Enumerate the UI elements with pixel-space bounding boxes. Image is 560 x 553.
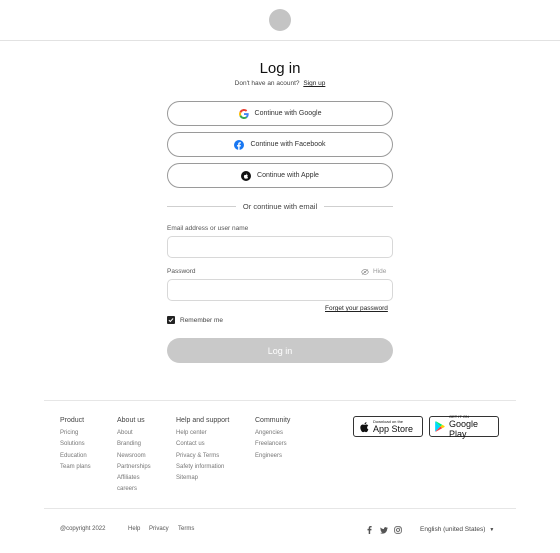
signup-prompt: Don't have an acount? Sign up (0, 80, 560, 87)
footer-link[interactable]: Team plans (60, 462, 91, 473)
footer-terms-link[interactable]: Terms (178, 526, 194, 532)
no-account-text: Don't have an acount? (234, 80, 300, 87)
hide-password-toggle[interactable]: Hide (361, 268, 386, 275)
footer-link[interactable]: careers (117, 484, 151, 495)
footer-column-about: About us About Branding Newsroom Partner… (117, 417, 151, 496)
footer-link[interactable]: Newsroom (117, 451, 151, 462)
signup-link[interactable]: Sign up (303, 80, 325, 87)
footer-column-product: Product Pricing Solutions Education Team… (60, 417, 91, 473)
app-store-big-text: App Store (373, 424, 414, 434)
footer-divider-bottom (44, 508, 516, 509)
hide-label: Hide (373, 268, 387, 275)
eye-off-icon (361, 268, 369, 275)
language-label: English (united States) (420, 526, 486, 533)
email-input[interactable] (167, 236, 393, 258)
copyright-text: @copyright 2022 (60, 526, 106, 532)
footer-link[interactable]: Freelancers (255, 439, 290, 450)
checkbox-checked-icon[interactable] (167, 316, 175, 324)
remember-me-label: Remember me (180, 316, 223, 324)
footer-link[interactable]: Partnerships (117, 462, 151, 473)
footer-link[interactable]: Help center (176, 428, 229, 439)
email-divider: Or continue with email (167, 201, 394, 211)
google-play-icon (435, 421, 445, 432)
footer-link[interactable]: Contact us (176, 439, 229, 450)
password-label: Password (167, 268, 196, 275)
continue-with-google-button[interactable]: Continue with Google (167, 101, 393, 126)
app-store-text: Download on the App Store (373, 419, 413, 434)
twitter-icon[interactable] (380, 526, 388, 534)
footer-link[interactable]: Branding (117, 439, 151, 450)
footer-heading: Help and support (176, 417, 230, 424)
footer-link[interactable]: Safety information (176, 462, 229, 473)
facebook-button-label: Continue with Facebook (250, 141, 326, 148)
continue-with-facebook-button[interactable]: Continue with Facebook (167, 132, 393, 157)
email-label: Email address or user name (167, 225, 249, 232)
footer-link[interactable]: Affiliates (117, 473, 151, 484)
facebook-icon (234, 139, 245, 150)
logo[interactable] (269, 9, 291, 31)
google-icon (238, 108, 249, 119)
google-play-badge[interactable]: GET IT ON Google Play (429, 414, 499, 439)
continue-with-apple-button[interactable]: Continue with Apple (167, 163, 393, 188)
footer-column-help: Help and support Help center Contact us … (176, 417, 229, 484)
page-title: Log in (259, 60, 301, 77)
top-bar (0, 0, 560, 41)
facebook-icon[interactable] (365, 526, 373, 534)
app-store-badge[interactable]: Download on the App Store (353, 416, 423, 437)
language-selector[interactable]: English (united States) ▼ (420, 526, 494, 533)
footer-column-community: Community Angencies Freelancers Engineer… (255, 417, 290, 462)
google-button-label: Continue with Google (254, 110, 322, 117)
google-play-big-text: Google Play (449, 419, 479, 439)
footer-link[interactable]: Pricing (60, 428, 91, 439)
footer-link[interactable]: Sitemap (176, 473, 229, 484)
instagram-icon[interactable] (394, 526, 402, 534)
login-submit-button[interactable]: Log in (167, 338, 393, 363)
forgot-password-link[interactable]: Forget your password (325, 305, 388, 312)
footer-link[interactable]: Education (60, 451, 91, 462)
footer-link[interactable]: Angencies (255, 428, 290, 439)
footer-link[interactable]: Solutions (60, 439, 91, 450)
footer-divider-top (44, 400, 516, 401)
divider-line-left (167, 205, 236, 207)
footer-heading: Product (60, 417, 85, 424)
remember-me-checkbox[interactable]: Remember me (167, 316, 223, 324)
footer-link[interactable]: Engineers (255, 451, 290, 462)
divider-text: Or continue with email (242, 201, 318, 211)
footer-heading: Community (255, 417, 291, 424)
footer-privacy-link[interactable]: Privacy (149, 526, 169, 532)
caret-down-icon: ▼ (489, 526, 495, 533)
footer-help-link[interactable]: Help (128, 526, 140, 532)
footer-link[interactable]: About (117, 428, 151, 439)
footer-link[interactable]: Privacy & Terms (176, 451, 229, 462)
google-play-text: GET IT ON Google Play (449, 414, 493, 439)
footer-heading: About us (117, 417, 145, 424)
divider-line-right (324, 205, 394, 207)
apple-button-label: Continue with Apple (257, 172, 319, 179)
apple-icon (241, 170, 252, 181)
apple-logo-icon (359, 421, 369, 433)
password-input[interactable] (167, 279, 393, 301)
